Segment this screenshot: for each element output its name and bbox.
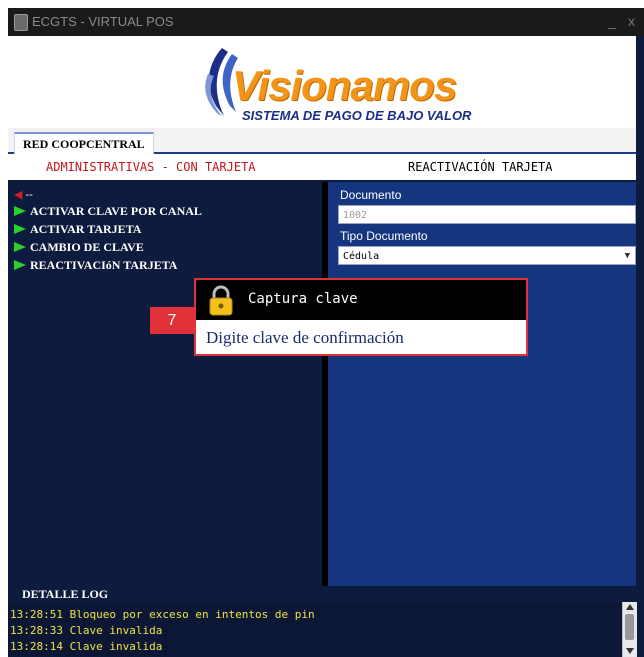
logo-wordmark: Visionamos [232, 62, 457, 109]
green-flag-icon [14, 242, 26, 252]
scroll-down-icon[interactable] [626, 648, 634, 654]
close-button[interactable]: x [628, 13, 635, 29]
dialog-title: Captura clave [248, 291, 358, 307]
section-header: ADMINISTRATIVAS - CON TARJETA REACTIVACI… [8, 154, 636, 180]
brand-banner: Visionamos SISTEMA DE PAGO DE BAJO VALOR [8, 36, 636, 128]
tab-red-coopcentral[interactable]: RED COOPCENTRAL [14, 132, 154, 154]
back-arrow-icon: ◀ [14, 189, 23, 201]
log-line: 13:28:51 Bloqueo por exceso en intentos … [10, 608, 315, 621]
menu-item-activar-clave-por-canal[interactable]: ACTIVAR CLAVE POR CANAL [14, 204, 202, 219]
log-list: 13:28:51 Bloqueo por exceso en intentos … [8, 602, 622, 657]
log-header: DETALLE LOG [8, 586, 636, 602]
log-line: 13:28:14 Clave invalida [10, 640, 163, 653]
green-flag-icon [14, 260, 26, 270]
tipo-documento-value: Cédula [343, 251, 380, 262]
menu-back-label: -- [25, 189, 33, 201]
tipo-documento-select[interactable]: Cédula ▼ [338, 246, 636, 265]
menu-panel: ◀ -- ACTIVAR CLAVE POR CANAL ACTIVAR TAR… [8, 182, 322, 586]
menu-back-item[interactable]: ◀ -- [14, 188, 33, 201]
window-title: ECGTS - VIRTUAL POS [32, 14, 174, 29]
step-number-badge: 7 [150, 307, 194, 334]
password-capture-dialog: Captura clave Digite clave de confirmaci… [194, 278, 528, 356]
app-icon [14, 14, 28, 31]
tipo-documento-label: Tipo Documento [340, 229, 428, 243]
log-scrollbar[interactable] [622, 602, 637, 657]
operation-title: REACTIVACIÓN TARJETA [408, 160, 553, 174]
log-title: DETALLE LOG [22, 587, 109, 601]
scroll-thumb[interactable] [625, 614, 634, 640]
green-flag-icon [14, 224, 26, 234]
dialog-title-bar: Captura clave [196, 280, 526, 320]
minimize-button[interactable]: _ [608, 13, 616, 29]
menu-item-label: ACTIVAR TARJETA [30, 222, 142, 236]
green-flag-icon [14, 206, 26, 216]
menu-item-cambio-de-clave[interactable]: CAMBIO DE CLAVE [14, 240, 144, 255]
menu-item-reactivacion-tarjeta[interactable]: REACTIVACIóN TARJETA [14, 258, 177, 273]
lock-icon [209, 285, 233, 316]
chevron-down-icon: ▼ [624, 251, 630, 261]
menu-item-label: ACTIVAR CLAVE POR CANAL [30, 204, 202, 218]
title-bar: ECGTS - VIRTUAL POS _ x [8, 8, 644, 36]
visionamos-logo: Visionamos SISTEMA DE PAGO DE BAJO VALOR [194, 44, 484, 124]
documento-label: Documento [340, 188, 402, 202]
log-line: 13:28:33 Clave invalida [10, 624, 163, 637]
tab-strip: RED COOPCENTRAL [8, 128, 636, 154]
menu-item-label: CAMBIO DE CLAVE [30, 240, 144, 254]
documento-field[interactable]: 1002 [338, 205, 636, 224]
menu-item-activar-tarjeta[interactable]: ACTIVAR TARJETA [14, 222, 141, 237]
logo-tagline: SISTEMA DE PAGO DE BAJO VALOR [242, 108, 472, 123]
scroll-up-icon[interactable] [626, 604, 634, 610]
form-panel: Documento 1002 Tipo Documento Cédula ▼ [328, 182, 636, 586]
dialog-message: Digite clave de confirmación [206, 328, 404, 347]
menu-item-label: REACTIVACIóN TARJETA [30, 258, 178, 272]
category-title: ADMINISTRATIVAS - CON TARJETA [46, 160, 256, 174]
